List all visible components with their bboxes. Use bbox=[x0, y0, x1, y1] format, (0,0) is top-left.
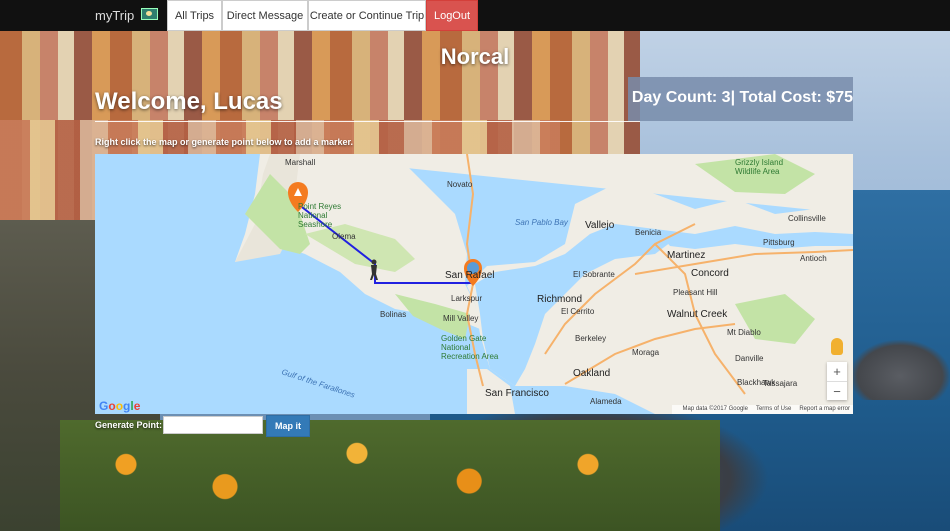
pegman-icon[interactable] bbox=[831, 338, 843, 355]
map-label-pittsburg: Pittsburg bbox=[763, 238, 795, 247]
map-label-mill-valley: Mill Valley bbox=[443, 314, 479, 323]
map-label-concord: Concord bbox=[691, 268, 729, 279]
divider bbox=[95, 121, 640, 122]
map-label-oakland: Oakland bbox=[573, 368, 611, 379]
map-label-pleasant-hill: Pleasant Hill bbox=[673, 288, 718, 297]
zoom-control: + − bbox=[827, 362, 847, 400]
map-label-san-francisco: San Francisco bbox=[485, 388, 549, 399]
map-label-bolinas: Bolinas bbox=[380, 310, 407, 319]
navbar: myTrip All Trips Direct Message Create o… bbox=[0, 0, 950, 31]
map-label-san-pablo-bay: San Pablo Bay bbox=[515, 218, 568, 227]
map-label-benicia: Benicia bbox=[635, 228, 662, 237]
map-label-mt-diablo: Mt Diablo bbox=[727, 328, 761, 337]
zoom-in-button[interactable]: + bbox=[827, 362, 847, 381]
flag-icon bbox=[141, 8, 158, 20]
map-label-novato: Novato bbox=[447, 180, 473, 189]
map-label-ggnra: Golden Gate National Recreation Area bbox=[441, 334, 499, 361]
map-label-el-sobrante: El Sobrante bbox=[573, 270, 615, 279]
welcome-heading: Welcome, Lucas bbox=[95, 88, 283, 115]
trip-title: Norcal bbox=[440, 44, 510, 69]
brand[interactable]: myTrip bbox=[95, 0, 134, 31]
map-label-olema: Olema bbox=[332, 232, 356, 241]
map-label-martinez: Martinez bbox=[667, 250, 706, 261]
logout-button[interactable]: LogOut bbox=[426, 0, 478, 31]
map-label-danville: Danville bbox=[735, 354, 764, 363]
map-attribution: Map data ©2017 Google Terms of Use Report … bbox=[671, 405, 853, 414]
stats-panel: Day Count: 3| Total Cost: $75 bbox=[628, 77, 853, 121]
google-logo[interactable]: Google bbox=[99, 399, 140, 413]
map-label-marshall: Marshall bbox=[285, 158, 316, 167]
generate-point-label: Generate Point: bbox=[95, 420, 163, 430]
terms-link[interactable]: Terms of Use bbox=[756, 406, 791, 412]
map-label-larkspur: Larkspur bbox=[451, 294, 483, 303]
map-it-button[interactable]: Map it bbox=[266, 415, 310, 437]
stats-text: Day Count: 3| Total Cost: $75 bbox=[631, 89, 853, 106]
map-label-blackhawk: Blackhawk bbox=[737, 378, 776, 387]
map-label-point-reyes: Point Reyes National Seashore bbox=[298, 202, 342, 229]
map-label-moraga: Moraga bbox=[632, 348, 660, 357]
map-data-text: Map data ©2017 Google bbox=[682, 406, 748, 412]
map-label-vallejo: Vallejo bbox=[585, 220, 615, 231]
instructions: Right click the map or generate point be… bbox=[95, 137, 354, 147]
map-label-walnut-creek: Walnut Creek bbox=[667, 309, 728, 320]
generate-point-input[interactable] bbox=[163, 416, 263, 434]
map[interactable]: Marshall Point Reyes National Seashore O… bbox=[95, 154, 853, 414]
map-canvas[interactable] bbox=[95, 154, 853, 414]
map-label-berkeley: Berkeley bbox=[575, 334, 607, 343]
nav-all-trips[interactable]: All Trips bbox=[167, 0, 222, 31]
nav-create-trip[interactable]: Create or Continue Trip bbox=[308, 0, 426, 31]
map-label-grizzly: Grizzly Island Wildlife Area bbox=[735, 158, 784, 176]
report-error-link[interactable]: Report a map error bbox=[799, 406, 850, 412]
map-label-antioch: Antioch bbox=[800, 254, 827, 263]
map-label-alameda: Alameda bbox=[590, 397, 622, 406]
map-label-san-rafael: San Rafael bbox=[445, 270, 495, 281]
map-label-el-cerrito: El Cerrito bbox=[561, 307, 595, 316]
nav-direct-message[interactable]: Direct Message bbox=[222, 0, 308, 31]
map-label-collinsville: Collinsville bbox=[788, 214, 826, 223]
zoom-out-button[interactable]: − bbox=[827, 381, 847, 401]
map-label-richmond: Richmond bbox=[537, 294, 583, 305]
